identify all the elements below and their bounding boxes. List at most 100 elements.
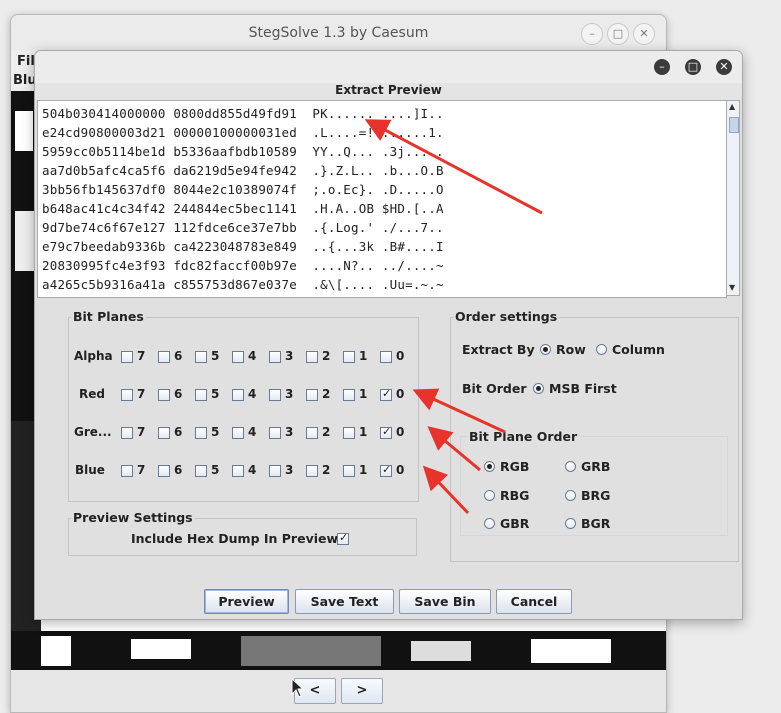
dialog-title: Extract Preview	[35, 83, 742, 100]
bit-checkbox[interactable]	[121, 351, 133, 363]
bit-checkbox[interactable]	[306, 465, 318, 477]
bit-checkbox[interactable]	[343, 351, 355, 363]
main-nav-bar: < >	[11, 670, 666, 712]
preview-line: aa7d0b5afc4ca5f6 da6219d5e94fe942 .}.Z.L…	[42, 163, 444, 178]
maximize-icon[interactable]: □	[607, 23, 629, 45]
bit-checkbox[interactable]	[232, 389, 244, 401]
bit-plane-order-label[interactable]: GRB	[581, 459, 610, 474]
bit-checkbox[interactable]	[269, 465, 281, 477]
preview-line: a4265c5b9316a41a c855753d867e037e .&\[..…	[42, 277, 444, 292]
cancel-button[interactable]: Cancel	[496, 589, 572, 614]
bit-checkbox[interactable]	[380, 387, 392, 401]
bit-checkbox[interactable]	[158, 351, 170, 363]
bit-number-label: 0	[396, 425, 405, 439]
scrollbar-thumb[interactable]	[729, 117, 739, 133]
bit-number-label: 3	[285, 425, 294, 439]
extract-by-row-radio[interactable]	[540, 344, 551, 355]
bit-number-label: 4	[248, 349, 257, 363]
minimize-icon[interactable]: –	[654, 59, 670, 75]
scroll-down-icon[interactable]: ▼	[729, 283, 735, 292]
bit-checkbox[interactable]	[343, 427, 355, 439]
extract-by-column-label[interactable]: Column	[612, 342, 665, 357]
bit-plane-order-radio[interactable]	[484, 490, 495, 501]
bit-number-label: 3	[285, 463, 294, 477]
bit-checkbox[interactable]	[306, 389, 318, 401]
bit-plane-order-label[interactable]: BGR	[581, 516, 610, 531]
preview-line: 3bb56fb145637df0 8044e2c10389074f ;.o.Ec…	[42, 182, 444, 197]
bit-plane-order-label[interactable]: GBR	[500, 516, 529, 531]
preview-scrollbar[interactable]: ▲ ▼	[726, 100, 740, 296]
extract-by-label: Extract By	[462, 342, 535, 357]
preview-button[interactable]: Preview	[204, 589, 289, 614]
extract-by-column-radio[interactable]	[596, 344, 607, 355]
bit-checkbox[interactable]	[195, 465, 207, 477]
bit-plane-order-radio[interactable]	[565, 518, 576, 529]
bit-checkbox[interactable]	[269, 389, 281, 401]
bit-plane-order-label[interactable]: RGB	[500, 459, 529, 474]
bit-number-label: 4	[248, 387, 257, 401]
close-icon[interactable]: ✕	[716, 59, 732, 75]
bit-checkbox[interactable]	[269, 351, 281, 363]
bit-number-label: 7	[137, 425, 146, 439]
bit-number-label: 4	[248, 425, 257, 439]
bit-number-label: 4	[248, 463, 257, 477]
bit-number-label: 5	[211, 425, 220, 439]
bit-checkbox[interactable]	[195, 351, 207, 363]
extract-by-row-label[interactable]: Row	[556, 342, 586, 357]
extract-preview-text[interactable]: 504b030414000000 0800dd855d49fd91 PK....…	[37, 100, 727, 298]
bit-checkbox[interactable]	[380, 463, 392, 477]
bit-plane-order-radio[interactable]	[484, 461, 495, 472]
msb-first-label[interactable]: MSB First	[549, 381, 617, 396]
bit-checkbox[interactable]	[306, 351, 318, 363]
preview-line: b648ac41c4c34f42 244844ec5bec1141 .H.A..…	[42, 201, 444, 216]
bit-planes-title: Bit Planes	[71, 309, 146, 324]
bit-plane-order-label[interactable]: RBG	[500, 488, 529, 503]
close-icon[interactable]: ✕	[633, 23, 655, 45]
bit-checkbox[interactable]	[232, 465, 244, 477]
bit-checkbox[interactable]	[121, 389, 133, 401]
bit-checkbox[interactable]	[121, 465, 133, 477]
bit-checkbox[interactable]	[380, 351, 392, 363]
bit-checkbox[interactable]	[232, 427, 244, 439]
mouse-cursor-icon	[291, 678, 305, 698]
bit-checkbox[interactable]	[306, 427, 318, 439]
bit-number-label: 2	[322, 387, 331, 401]
bit-number-label: 3	[285, 387, 294, 401]
save-text-button[interactable]: Save Text	[295, 589, 394, 614]
bit-checkbox[interactable]	[158, 465, 170, 477]
main-window-title: StegSolve 1.3 by Caesum	[248, 25, 429, 41]
next-plane-button[interactable]: >	[341, 678, 383, 704]
bit-checkbox[interactable]	[343, 389, 355, 401]
bit-plane-order-radio[interactable]	[484, 518, 495, 529]
preview-line: 504b030414000000 0800dd855d49fd91 PK....…	[42, 106, 444, 121]
bit-checkbox[interactable]	[380, 425, 392, 439]
bit-number-label: 3	[285, 349, 294, 363]
bit-number-label: 1	[359, 387, 368, 401]
hex-dump-checkbox[interactable]	[337, 531, 349, 545]
bit-plane-order-radio[interactable]	[565, 490, 576, 501]
bit-checkbox[interactable]	[195, 389, 207, 401]
bit-checkbox[interactable]	[158, 389, 170, 401]
scroll-up-icon[interactable]: ▲	[729, 102, 735, 111]
bit-number-label: 5	[211, 349, 220, 363]
bit-number-label: 5	[211, 463, 220, 477]
preview-line: 20830995fc4e3f93 fdc82faccf00b97e ....N?…	[42, 258, 444, 273]
bit-checkbox[interactable]	[269, 427, 281, 439]
bit-number-label: 0	[396, 463, 405, 477]
bit-plane-order-radio[interactable]	[565, 461, 576, 472]
minimize-icon[interactable]: –	[581, 23, 603, 45]
bit-number-label: 0	[396, 349, 405, 363]
msb-first-radio[interactable]	[533, 383, 544, 394]
save-bin-button[interactable]: Save Bin	[399, 589, 491, 614]
bit-number-label: 2	[322, 425, 331, 439]
bit-checkbox[interactable]	[195, 427, 207, 439]
bit-plane-order-title: Bit Plane Order	[467, 429, 580, 444]
bit-checkbox[interactable]	[232, 351, 244, 363]
bit-number-label: 6	[174, 387, 183, 401]
bit-checkbox[interactable]	[121, 427, 133, 439]
bit-plane-order-label[interactable]: BRG	[581, 488, 610, 503]
bit-checkbox[interactable]	[158, 427, 170, 439]
bit-checkbox[interactable]	[343, 465, 355, 477]
maximize-icon[interactable]: □	[685, 59, 701, 75]
preview-line: 5959cc0b5114be1d b5336aafbdb10589 YY..Q.…	[42, 144, 444, 159]
